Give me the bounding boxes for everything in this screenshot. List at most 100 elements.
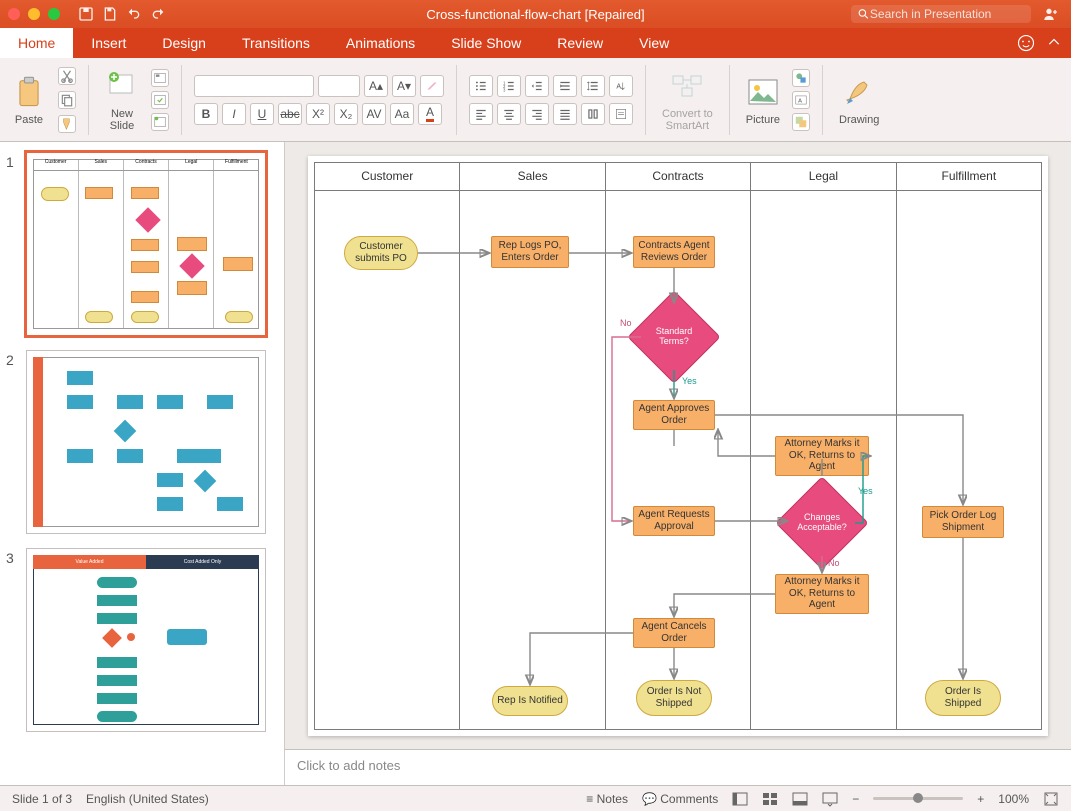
node-attorney-ok1[interactable]: Attorney Marks it OK, Returns to Agent [775,436,869,476]
italic-button[interactable]: I [222,103,246,125]
tab-animations[interactable]: Animations [328,28,433,58]
node-pick-order[interactable]: Pick Order Log Shipment [922,506,1004,538]
reading-view-icon[interactable] [792,791,808,807]
lane-header: Legal [751,163,895,191]
maximize-window[interactable] [48,8,60,20]
undo-icon[interactable] [126,6,142,22]
minimize-window[interactable] [28,8,40,20]
tab-transitions[interactable]: Transitions [224,28,328,58]
slide-thumbnail-3[interactable]: Value AddedCost Added Only [26,548,266,732]
change-case-button[interactable]: Aa [390,103,414,125]
cut-button[interactable] [58,67,76,85]
node-rep-notified[interactable]: Rep Is Notified [492,686,568,716]
font-size-select[interactable] [318,75,360,97]
drawing-button[interactable] [842,73,876,111]
node-standard-terms[interactable]: Standard Terms? [641,304,707,370]
ribbon: Paste New Slide A▴ A▾ B I U abc X² X₂ [0,58,1071,142]
align-center-button[interactable] [497,103,521,125]
node-contracts-review[interactable]: Contracts Agent Reviews Order [633,236,715,268]
copy-button[interactable] [58,91,76,109]
save-icon[interactable] [102,6,118,22]
clear-formatting-button[interactable] [420,75,444,97]
tab-insert[interactable]: Insert [73,28,144,58]
fit-to-window-icon[interactable] [1043,791,1059,807]
font-color-button[interactable]: A [418,103,442,125]
character-spacing-button[interactable]: AV [362,103,386,125]
tab-design[interactable]: Design [144,28,224,58]
increase-indent-button[interactable] [553,75,577,97]
align-right-button[interactable] [525,103,549,125]
normal-view-icon[interactable] [732,791,748,807]
line-spacing-button[interactable] [581,75,605,97]
align-text-button[interactable] [609,103,633,125]
node-agent-cancels[interactable]: Agent Cancels Order [633,618,715,648]
feedback-icon[interactable] [1017,34,1035,52]
align-left-button[interactable] [469,103,493,125]
autosave-icon[interactable] [78,6,94,22]
slideshow-view-icon[interactable] [822,791,838,807]
slides-group: New Slide [101,62,143,137]
close-window[interactable] [8,8,20,20]
node-customer-po[interactable]: Customer submits PO [344,236,418,270]
tab-home[interactable]: Home [0,28,73,58]
reset-button[interactable] [151,91,169,109]
node-attorney-ok2[interactable]: Attorney Marks it OK, Returns to Agent [775,574,869,614]
justify-button[interactable] [553,103,577,125]
superscript-button[interactable]: X² [306,103,330,125]
section-button[interactable] [151,113,169,131]
convert-smartart-button[interactable] [670,67,704,105]
layout-button[interactable] [151,69,169,87]
picture-button[interactable] [746,73,780,111]
numbering-button[interactable]: 123 [497,75,521,97]
node-not-shipped[interactable]: Order Is Not Shipped [636,680,712,716]
redo-icon[interactable] [150,6,166,22]
bold-button[interactable]: B [194,103,218,125]
slide-canvas[interactable]: Customer Sales Contracts Legal Fulfillme… [308,156,1048,736]
decrease-indent-button[interactable] [525,75,549,97]
zoom-level[interactable]: 100% [998,792,1029,806]
node-rep-logs[interactable]: Rep Logs PO, Enters Order [491,236,569,268]
svg-text:A: A [798,98,802,104]
new-slide-button[interactable] [105,67,139,105]
font-family-select[interactable] [194,75,314,97]
node-changes-acceptable[interactable]: Changes Acceptable? [789,490,855,556]
format-painter-button[interactable] [58,115,76,133]
tab-view[interactable]: View [621,28,687,58]
arrange-button[interactable] [792,113,810,131]
search-input[interactable] [870,7,1025,21]
language-indicator[interactable]: English (United States) [86,792,209,806]
textbox-button[interactable]: A [792,91,810,109]
notes-toggle[interactable]: ≡ Notes [586,792,628,806]
clipboard-group: Paste [8,62,50,137]
columns-button[interactable] [581,103,605,125]
thumb-number: 1 [6,152,26,336]
bullets-button[interactable] [469,75,493,97]
collapse-ribbon-icon[interactable] [1047,36,1061,50]
comments-toggle[interactable]: 💬 Comments [642,792,718,806]
zoom-in[interactable]: + [977,792,984,806]
decrease-font-button[interactable]: A▾ [392,75,416,97]
subscript-button[interactable]: X₂ [334,103,358,125]
underline-button[interactable]: U [250,103,274,125]
sorter-view-icon[interactable] [762,791,778,807]
tab-review[interactable]: Review [539,28,621,58]
zoom-slider[interactable] [873,797,963,800]
text-direction-button[interactable]: A [609,75,633,97]
node-shipped[interactable]: Order Is Shipped [925,680,1001,716]
share-icon[interactable] [1043,6,1059,22]
strikethrough-button[interactable]: abc [278,103,302,125]
increase-font-button[interactable]: A▴ [364,75,388,97]
node-agent-approves[interactable]: Agent Approves Order [633,400,715,430]
tab-slideshow[interactable]: Slide Show [433,28,539,58]
node-agent-requests[interactable]: Agent Requests Approval [633,506,715,536]
shapes-button[interactable] [792,69,810,87]
notes-pane[interactable]: Click to add notes [285,749,1071,785]
zoom-out[interactable]: − [852,792,859,806]
canvas-area[interactable]: Customer Sales Contracts Legal Fulfillme… [285,142,1071,749]
paste-button[interactable] [12,73,46,111]
slide-thumbnail-2[interactable] [26,350,266,534]
search-box[interactable] [851,5,1031,23]
slide-thumbnail-1[interactable]: CustomerSalesContractsLegalFulfillment [26,152,266,336]
paste-label: Paste [15,114,43,126]
lane-header: Fulfillment [897,163,1041,191]
